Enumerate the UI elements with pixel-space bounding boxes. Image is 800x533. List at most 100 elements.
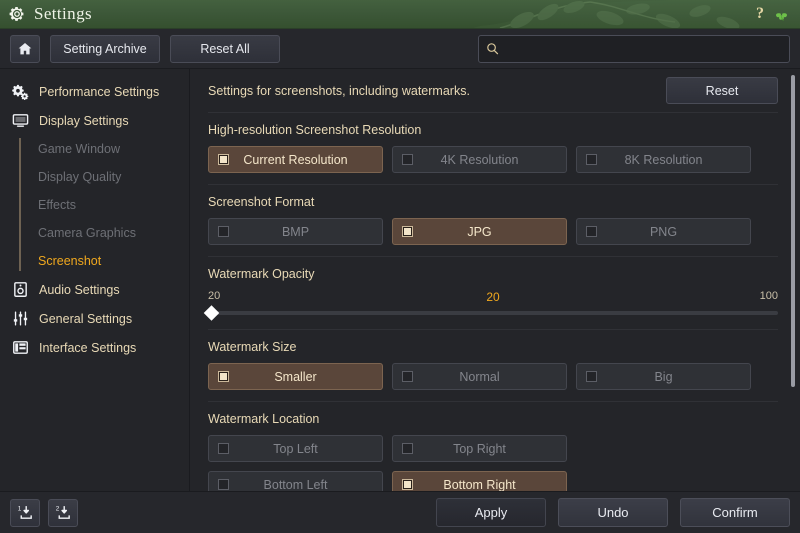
sidebar-subitem-label: Screenshot xyxy=(38,254,101,268)
sidebar-subitem-label: Effects xyxy=(38,198,76,212)
sidebar-subitem-label: Display Quality xyxy=(38,170,121,184)
option-smaller[interactable]: Smaller xyxy=(208,363,383,390)
option-label: JPG xyxy=(413,225,566,239)
sidebar-item-label: General Settings xyxy=(39,312,132,326)
save-slot-1-button[interactable]: 1 xyxy=(10,499,40,527)
opacity-slider[interactable] xyxy=(208,311,778,315)
radio-box xyxy=(402,154,413,165)
monitor-icon xyxy=(11,112,30,129)
search-icon xyxy=(485,41,500,56)
home-icon xyxy=(17,41,33,57)
undo-button[interactable]: Undo xyxy=(558,498,668,527)
option-big[interactable]: Big xyxy=(576,363,751,390)
option-bottom-right[interactable]: Bottom Right xyxy=(392,471,567,491)
option-label: Top Left xyxy=(229,442,382,456)
layout-icon xyxy=(11,339,30,356)
sidebar-item-display-settings[interactable]: Display Settings xyxy=(0,106,189,135)
option-jpg[interactable]: JPG xyxy=(392,218,567,245)
option-label: Big xyxy=(597,370,750,384)
option-label: PNG xyxy=(597,225,750,239)
sidebar-item-general-settings[interactable]: General Settings xyxy=(0,304,189,333)
speaker-icon xyxy=(11,281,30,298)
sidebar-item-label: Performance Settings xyxy=(39,85,159,99)
foliage-decoration xyxy=(470,0,800,29)
main-toolbar: Setting Archive Reset All xyxy=(0,29,800,69)
sidebar: Performance Settings Display Settings Ga… xyxy=(0,69,190,491)
confirm-button[interactable]: Confirm xyxy=(680,498,790,527)
content-scrollbar[interactable] xyxy=(791,75,795,485)
reset-all-button[interactable]: Reset All xyxy=(170,35,280,63)
radio-box xyxy=(586,226,597,237)
panel-description: Settings for screenshots, including wate… xyxy=(208,84,470,98)
section-high-resolution: High-resolution Screenshot Resolution Cu… xyxy=(208,113,778,185)
reset-button[interactable]: Reset xyxy=(666,77,778,104)
option-normal[interactable]: Normal xyxy=(392,363,567,390)
radio-box xyxy=(218,154,229,165)
sidebar-item-audio-settings[interactable]: Audio Settings xyxy=(0,275,189,304)
title-bar: Settings ? xyxy=(0,0,800,29)
option-top-right[interactable]: Top Right xyxy=(392,435,567,462)
slider-value-label: 20 xyxy=(486,290,499,304)
section-title: High-resolution Screenshot Resolution xyxy=(208,123,778,137)
slider-handle[interactable] xyxy=(204,305,220,321)
footer-bar: 1 2 Apply Undo Confirm xyxy=(0,491,800,533)
description-row: Settings for screenshots, including wate… xyxy=(208,69,778,113)
section-title: Watermark Location xyxy=(208,412,778,426)
option-bmp[interactable]: BMP xyxy=(208,218,383,245)
option-4k-resolution[interactable]: 4K Resolution xyxy=(392,146,567,173)
section-title: Screenshot Format xyxy=(208,195,778,209)
scrollbar-thumb[interactable] xyxy=(791,75,795,387)
radio-box xyxy=(218,443,229,454)
radio-box xyxy=(218,226,229,237)
sidebar-subitem-display-quality[interactable]: Display Quality xyxy=(0,163,189,191)
window-body: Performance Settings Display Settings Ga… xyxy=(0,69,800,491)
radio-box xyxy=(402,226,413,237)
option-bottom-left[interactable]: Bottom Left xyxy=(208,471,383,491)
option-8k-resolution[interactable]: 8K Resolution xyxy=(576,146,751,173)
content-panel: Settings for screenshots, including wate… xyxy=(190,69,800,491)
sidebar-item-performance-settings[interactable]: Performance Settings xyxy=(0,77,189,106)
option-group: Current Resolution 4K Resolution 8K Reso… xyxy=(208,146,778,173)
slider-max-label: 100 xyxy=(760,290,778,302)
slider-labels: 20 20 100 xyxy=(208,290,778,305)
save-slot-1-icon: 1 xyxy=(17,504,34,521)
sidebar-item-label: Interface Settings xyxy=(39,341,136,355)
option-group: Top Left Top Right Bottom Left xyxy=(208,435,778,491)
sidebar-subitem-screenshot[interactable]: Screenshot xyxy=(0,247,189,275)
apply-button[interactable]: Apply xyxy=(436,498,546,527)
titlebar-actions: ? xyxy=(756,5,790,23)
clover-icon[interactable] xyxy=(773,6,790,23)
home-button[interactable] xyxy=(10,35,40,63)
option-label: Top Right xyxy=(413,442,566,456)
radio-box xyxy=(402,443,413,454)
radio-box xyxy=(402,479,413,490)
section-watermark-size: Watermark Size Smaller Normal Big xyxy=(208,330,778,402)
option-current-resolution[interactable]: Current Resolution xyxy=(208,146,383,173)
svg-text:1: 1 xyxy=(17,505,21,512)
gear-icon xyxy=(8,5,26,23)
sidebar-subitem-camera-graphics[interactable]: Camera Graphics xyxy=(0,219,189,247)
sidebar-item-label: Display Settings xyxy=(39,114,129,128)
option-label: Current Resolution xyxy=(229,153,382,167)
option-group: BMP JPG PNG xyxy=(208,218,778,245)
search-box[interactable] xyxy=(478,35,790,63)
sidebar-subitem-label: Camera Graphics xyxy=(38,226,136,240)
help-icon[interactable]: ? xyxy=(756,5,764,23)
save-slot-2-icon: 2 xyxy=(55,504,72,521)
section-watermark-opacity: Watermark Opacity 20 20 100 xyxy=(208,257,778,330)
save-slot-2-button[interactable]: 2 xyxy=(48,499,78,527)
sliders-icon xyxy=(11,310,30,327)
option-png[interactable]: PNG xyxy=(576,218,751,245)
sidebar-item-interface-settings[interactable]: Interface Settings xyxy=(0,333,189,362)
option-top-left[interactable]: Top Left xyxy=(208,435,383,462)
setting-archive-button[interactable]: Setting Archive xyxy=(50,35,160,63)
radio-box xyxy=(402,371,413,382)
sidebar-item-label: Audio Settings xyxy=(39,283,120,297)
sidebar-subitem-label: Game Window xyxy=(38,142,120,156)
slider-min-label: 20 xyxy=(208,290,220,302)
sidebar-subitem-effects[interactable]: Effects xyxy=(0,191,189,219)
section-watermark-location: Watermark Location Top Left Top Right xyxy=(208,402,778,491)
sidebar-subitem-game-window[interactable]: Game Window xyxy=(0,135,189,163)
search-input[interactable] xyxy=(505,42,783,56)
option-group: Smaller Normal Big xyxy=(208,363,778,390)
